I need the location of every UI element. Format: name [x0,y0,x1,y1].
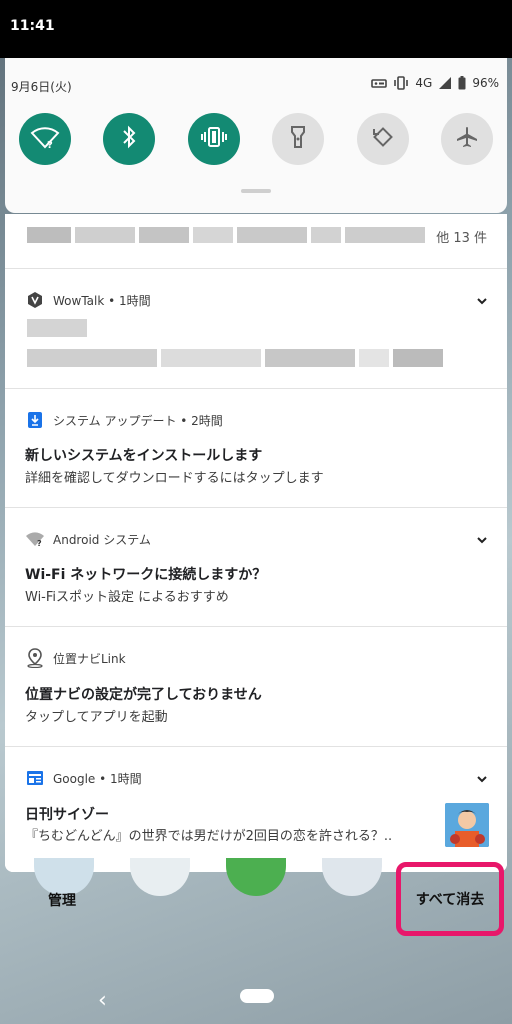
bottom-actions: 管理 すべて消去 ‹ [0,858,512,1013]
clock: 11:41 [10,18,55,34]
notification-list[interactable]: 他 13 件 WowTalk • 1時間 システム アップデート • 2時間 新… [5,214,507,872]
flashlight-icon [290,125,306,153]
app-icon-ghost [322,858,382,896]
notification-google[interactable]: Google • 1時間 日刊サイゾー 『ちむどんどん』の世界では男だけが2回目… [5,747,507,872]
news-icon [25,768,45,788]
clear-all-button[interactable]: すべて消去 [396,862,504,936]
notification-header: WowTalk • 1時間 [25,290,151,310]
status-bar: 11:41 [0,0,512,58]
manage-button[interactable]: 管理 [48,890,76,910]
app-icon-ghost [130,858,190,896]
more-count: 他 13 件 [436,231,487,246]
notification-title: 日刊サイゾー [25,807,109,823]
notification-body: 詳細を確認してダウンロードするにはタップします [25,471,324,486]
quick-tiles: ? [19,113,493,165]
rotate-icon [371,125,395,153]
date-label: 9月6日(火) [11,80,72,94]
battery-icon [458,76,466,90]
location-pin-icon [25,648,45,668]
notification-body: 『ちむどんどん』の世界では男だけが2回目の恋を許される？.. [25,829,393,844]
collapsed-notification[interactable]: 他 13 件 [5,214,507,269]
bluetooth-tile[interactable] [103,113,155,165]
panel-drag-handle[interactable] [241,189,271,193]
quick-settings-panel: 9月6日(火) 4G 96% ? [5,58,507,213]
wifi-question-icon: ? [30,124,60,154]
notification-app: WowTalk • 1時間 [53,293,151,308]
clear-all-label: すべて消去 [415,892,485,908]
notification-app: Google • 1時間 [53,771,142,786]
bluetooth-icon [119,125,139,153]
airplane-icon [455,125,479,153]
home-pill-button[interactable] [240,989,274,1003]
redacted-text [27,227,425,243]
chevron-down-icon[interactable] [475,293,489,307]
wifi-tile[interactable]: ? [19,113,71,165]
auto-rotate-tile[interactable] [357,113,409,165]
chevron-down-icon[interactable] [475,771,489,785]
notification-header: ? Android システム [25,529,151,549]
redacted-text [27,349,443,367]
notification-title: Wi-Fi ネットワークに接続しますか？ [25,567,267,583]
notification-app: システム アップデート • 2時間 [53,413,223,428]
system-status-icons: 4G 96% [371,76,499,90]
notification-title: 位置ナビの設定が完了しておりません [25,687,262,703]
notification-app: 位置ナビLink [53,651,126,666]
notification-wowtalk[interactable]: WowTalk • 1時間 [5,269,507,389]
redacted-text [27,319,87,337]
svg-text:?: ? [47,140,53,150]
vibrate-icon [201,126,227,152]
notification-header: 位置ナビLink [25,648,126,668]
network-type: 4G [415,76,433,90]
vibrate-tile[interactable] [188,113,240,165]
notification-header: システム アップデート • 2時間 [25,410,223,430]
vpn-icon [371,76,388,90]
notification-app: Android システム [53,532,151,547]
download-icon [25,410,45,430]
wowtalk-icon [25,290,45,310]
svg-text:?: ? [37,539,42,547]
flashlight-tile[interactable] [272,113,324,165]
notification-system-update[interactable]: システム アップデート • 2時間 新しいシステムをインストールします 詳細を確… [5,389,507,508]
article-thumbnail [445,803,489,847]
airplane-tile[interactable] [441,113,493,165]
chrome-icon-ghost [226,858,286,896]
notification-header: Google • 1時間 [25,768,142,788]
notification-android-system[interactable]: ? Android システム Wi-Fi ネットワークに接続しますか？ Wi-F… [5,508,507,627]
notification-body: タップしてアプリを起動 [25,710,168,725]
back-icon[interactable]: ‹ [98,988,107,1013]
vibrate-status-icon [393,76,409,90]
notification-title: 新しいシステムをインストールします [25,448,263,464]
wifi-question-icon: ? [25,529,45,549]
chevron-down-icon[interactable] [475,532,489,546]
notification-body: Wi-Fiスポット設定 によるおすすめ [25,590,229,605]
notification-navi-link[interactable]: 位置ナビLink 位置ナビの設定が完了しておりません タップしてアプリを起動 [5,627,507,747]
signal-icon [438,76,452,90]
battery-percent: 96% [472,76,499,90]
